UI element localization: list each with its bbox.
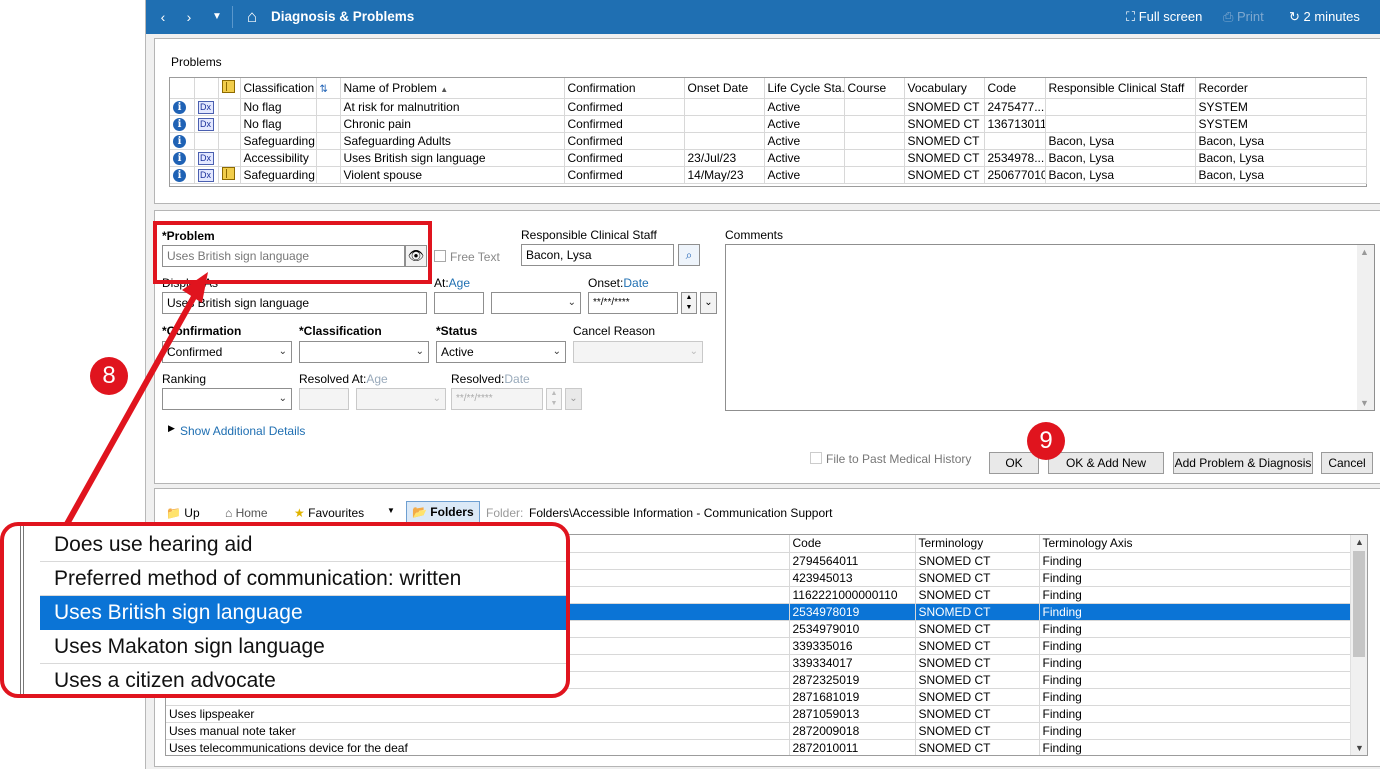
zoom-term-item: Preferred method of communication: writt… [40,562,566,596]
zoom-term-item: Does use hearing aid [40,528,566,562]
zoom-grid-edge [20,526,24,694]
zoom-term-item: Uses Makaton sign language [40,630,566,664]
step-8-badge: 8 [90,357,128,395]
arrow-head [182,272,208,303]
step-9-badge: 9 [1027,422,1065,460]
zoom-term-item: Uses British sign language [40,596,566,630]
zoom-term-item: Uses a citizen advocate [40,664,566,694]
zoomed-term-list: Does use hearing aid Preferred method of … [0,522,570,698]
